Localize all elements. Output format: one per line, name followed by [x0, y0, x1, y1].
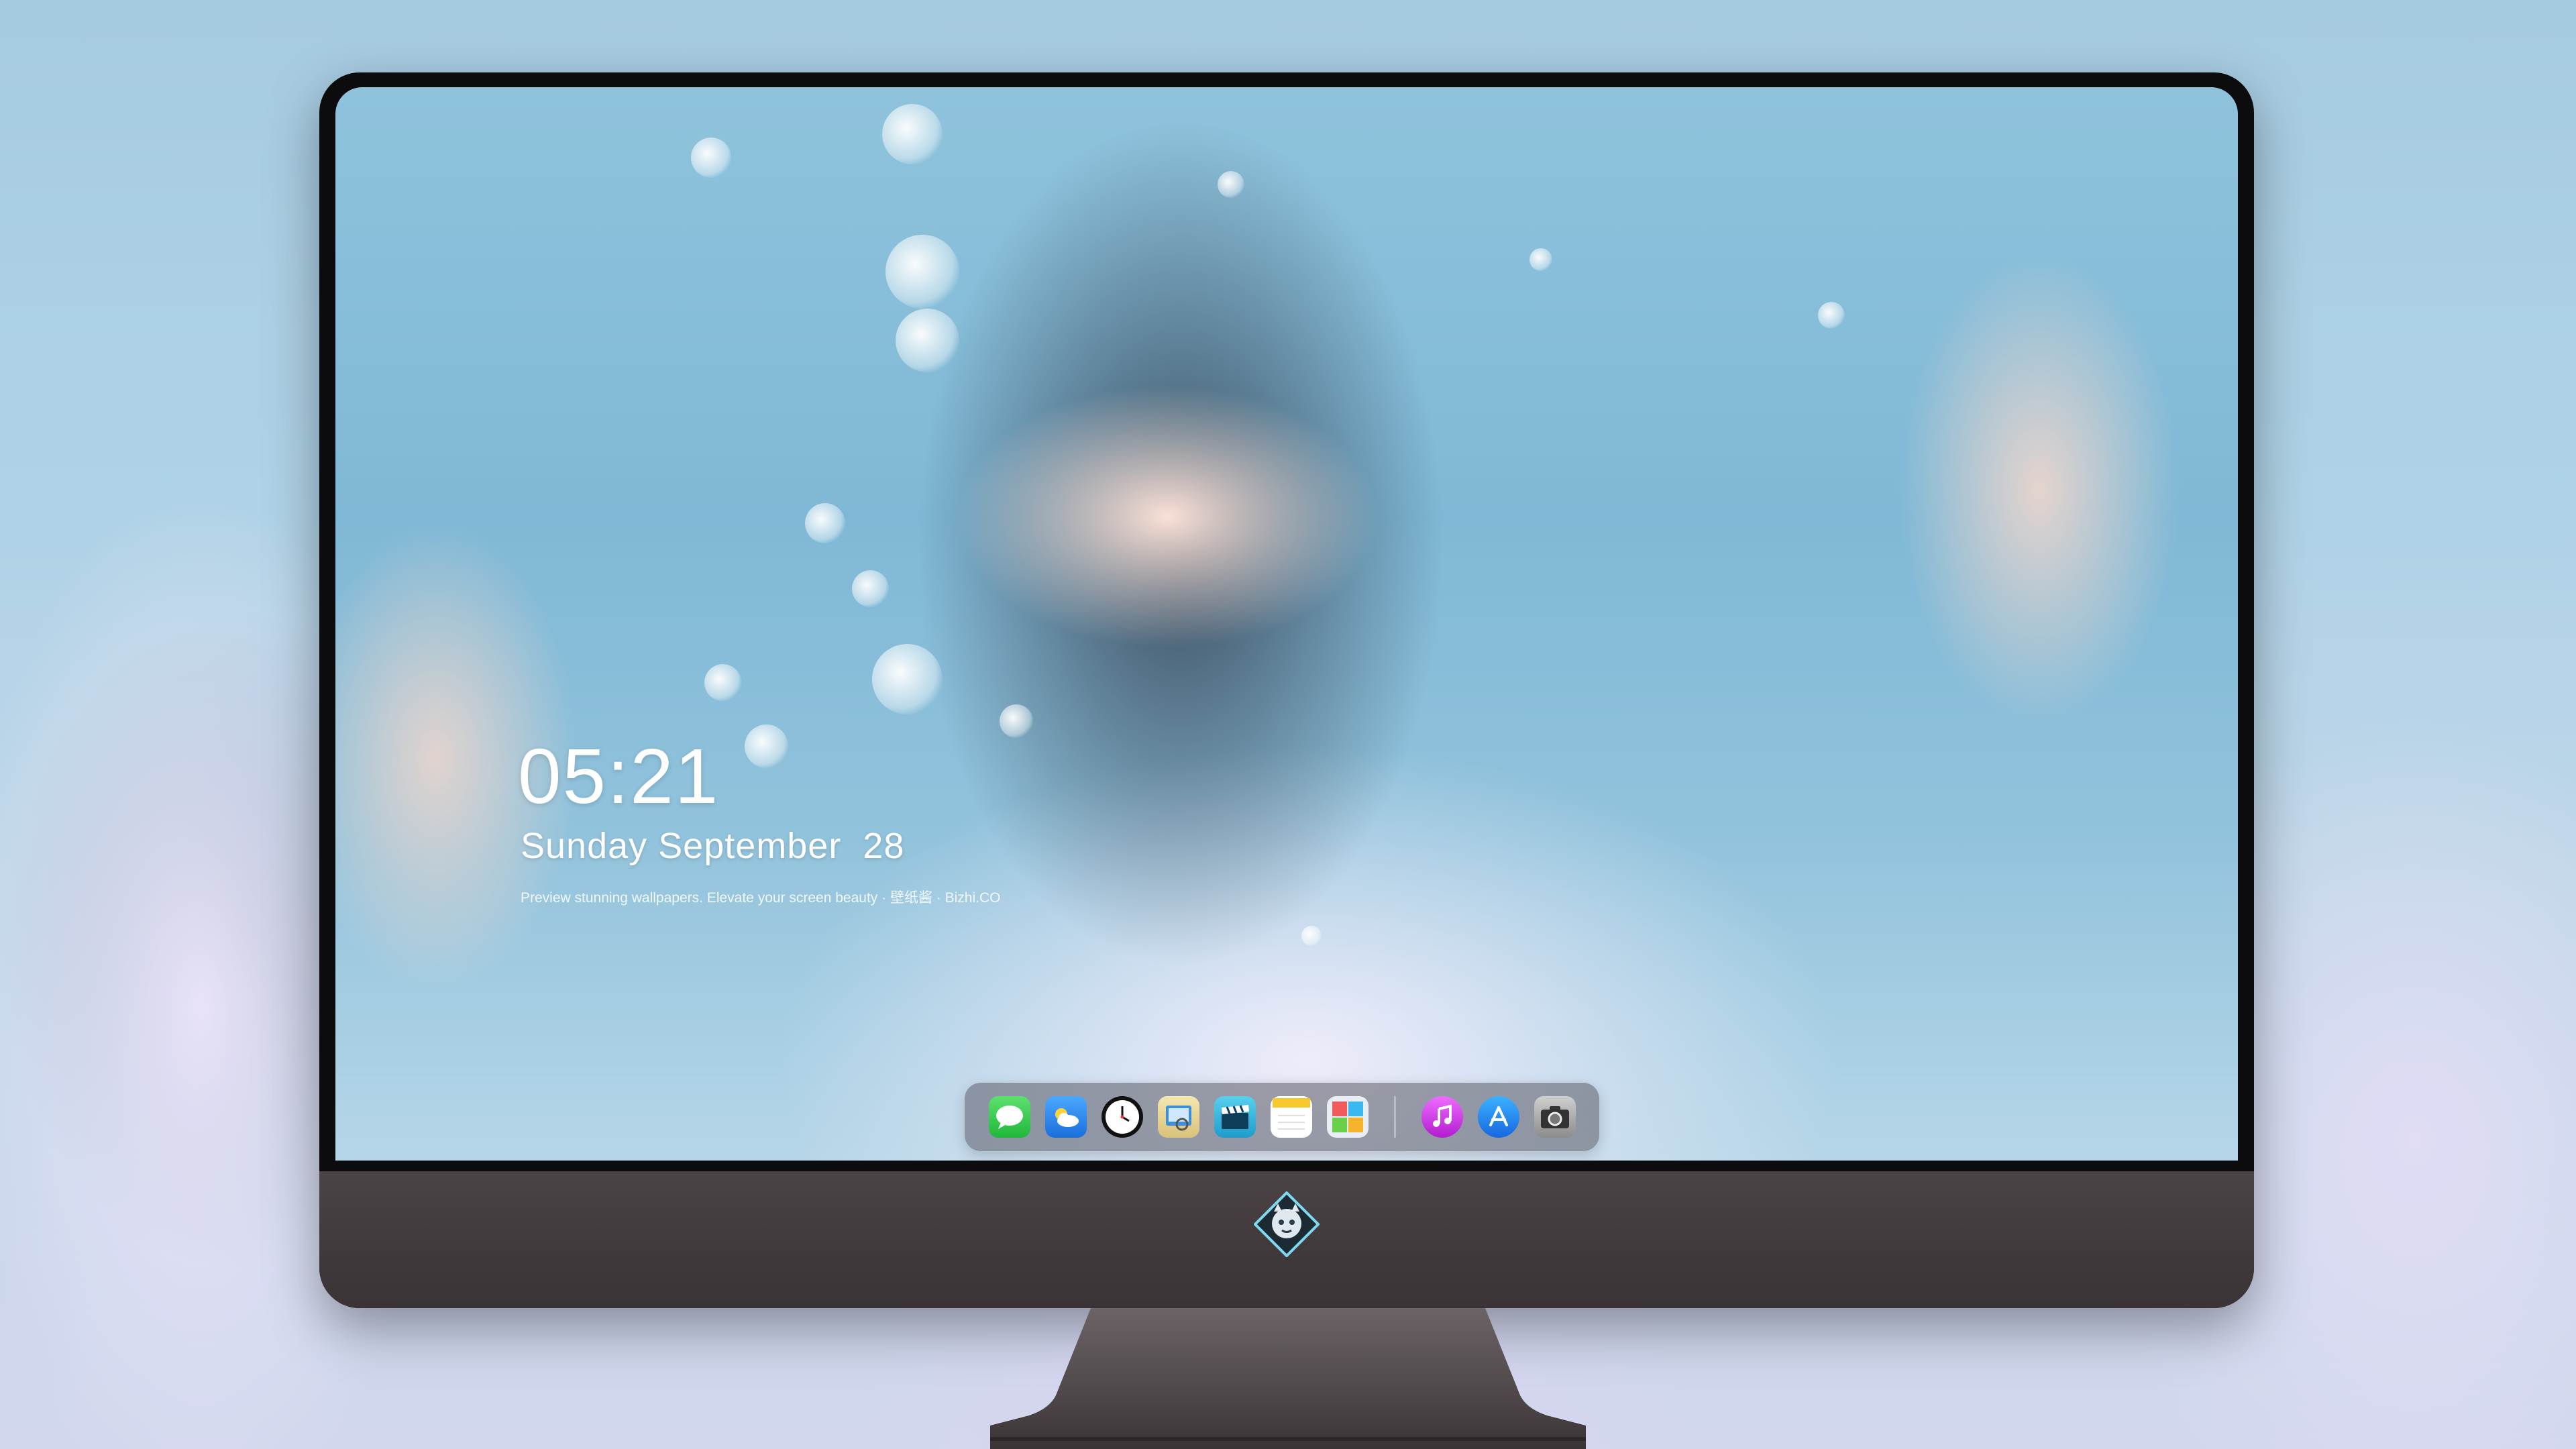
water-droplet — [852, 570, 889, 607]
weather-icon[interactable] — [1044, 1096, 1087, 1138]
camera-icon[interactable] — [1534, 1096, 1576, 1138]
lockscreen-date: Sunday September 28 — [521, 826, 905, 866]
water-droplet — [1000, 704, 1033, 738]
screen-lockscreen[interactable]: 05:21 Sunday September 28 Preview stunni… — [335, 87, 2238, 1161]
water-droplet — [1301, 926, 1322, 946]
lockscreen-time: 05:21 — [518, 733, 720, 820]
water-droplet — [1818, 302, 1845, 329]
monitor-logo-icon — [1253, 1191, 1320, 1258]
monitor-stand — [990, 1308, 1586, 1449]
water-droplet — [691, 138, 731, 178]
lockscreen-tagline: Preview stunning wallpapers. Elevate you… — [521, 890, 1001, 906]
preview-icon[interactable] — [1157, 1096, 1199, 1138]
dock — [965, 1083, 1599, 1151]
photo-booth-icon[interactable] — [1326, 1096, 1368, 1138]
music-icon[interactable] — [1421, 1096, 1463, 1138]
water-droplet — [805, 503, 845, 543]
water-droplet — [872, 644, 943, 714]
app-store-icon[interactable] — [1477, 1096, 1519, 1138]
background-wallpaper: 05:21 Sunday September 28 Preview stunni… — [0, 0, 2576, 1449]
messages-icon[interactable] — [988, 1096, 1030, 1138]
monitor: 05:21 Sunday September 28 Preview stunni… — [319, 72, 2254, 1308]
water-droplet — [882, 104, 943, 164]
monitor-chin — [319, 1171, 2254, 1308]
dock-separator — [1393, 1096, 1396, 1138]
water-droplet — [885, 235, 959, 309]
water-droplet — [1529, 248, 1552, 271]
water-droplet — [704, 664, 741, 701]
clock-icon[interactable] — [1101, 1096, 1143, 1138]
clapperboard-icon[interactable] — [1214, 1096, 1256, 1138]
water-droplet — [745, 724, 788, 768]
notes-icon[interactable] — [1270, 1096, 1312, 1138]
water-droplet — [896, 309, 959, 372]
water-droplet — [1218, 171, 1244, 198]
